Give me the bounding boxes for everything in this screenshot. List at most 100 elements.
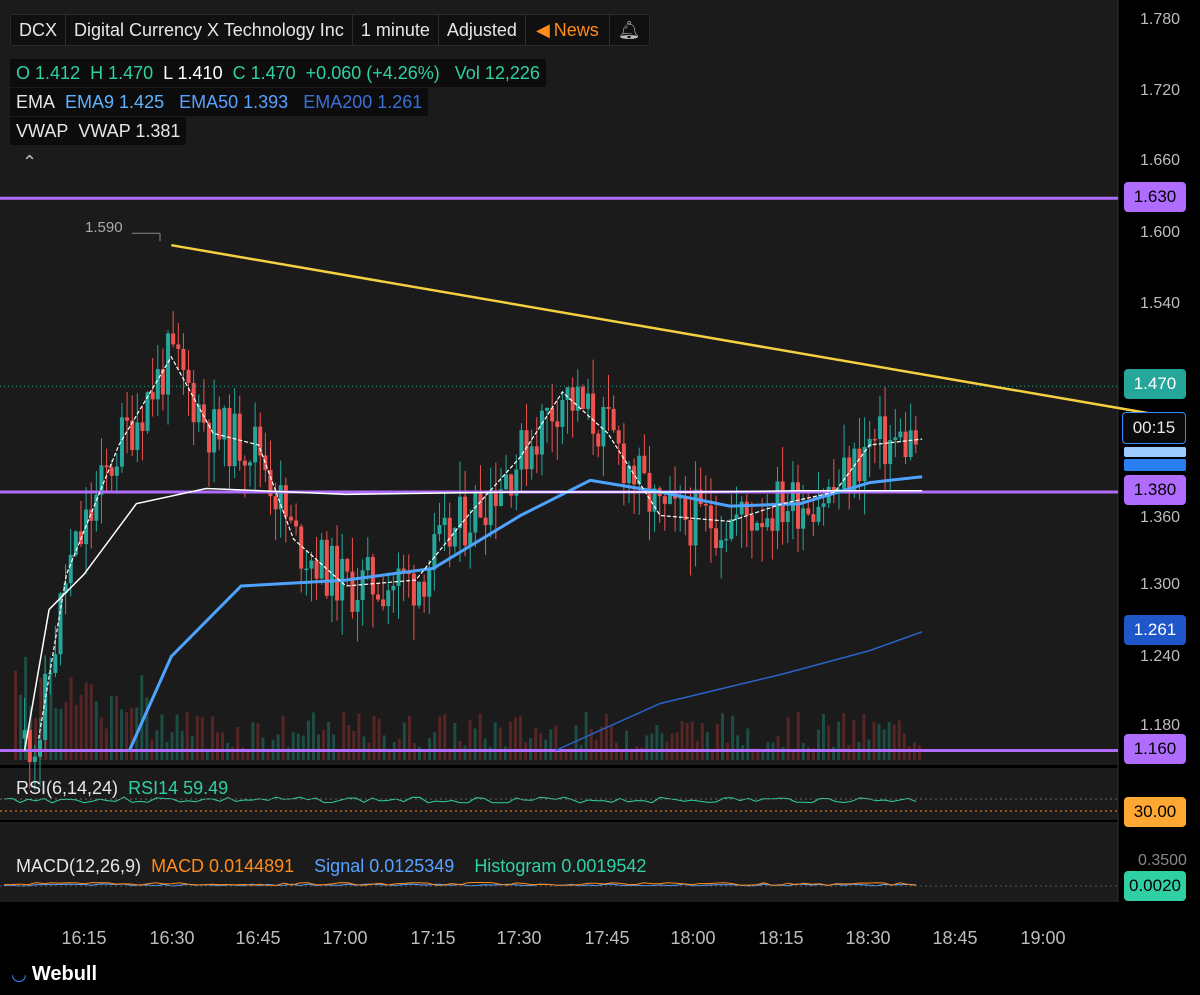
candle-body: [519, 430, 524, 470]
volume-bar: [816, 729, 820, 760]
volume-bar: [670, 733, 674, 760]
ema9-value: EMA9 1.425: [65, 92, 165, 112]
candle-body: [166, 333, 171, 395]
volume-bar: [261, 737, 265, 760]
volume-bar: [498, 727, 502, 760]
macd-axis-top: 0.3500: [1138, 852, 1187, 869]
volume-bar: [170, 732, 174, 760]
x-tick-1815: 18:15: [758, 928, 804, 948]
volume-bar: [246, 751, 250, 760]
x-tick-1615: 16:15: [61, 928, 107, 948]
volume-bar: [579, 745, 583, 760]
volume-bar: [443, 714, 447, 760]
volume-bar: [837, 721, 841, 760]
volume-bar: [438, 716, 442, 760]
low-label: L: [163, 63, 173, 83]
candle-body: [790, 482, 795, 512]
volume-bar: [180, 730, 184, 760]
resistance-tag[interactable]: 1.630: [1124, 182, 1186, 212]
rsi-level-tag: 30.00: [1124, 797, 1186, 827]
y-tick-1720: 1.720: [1140, 82, 1181, 99]
candle-body: [176, 344, 181, 349]
candle-body: [504, 474, 509, 490]
volume-bar: [493, 722, 497, 760]
candle-body: [601, 406, 606, 447]
last-price-tag: 1.470: [1124, 369, 1186, 399]
candle-body: [27, 729, 32, 763]
volume-bar: [519, 716, 522, 760]
interval-selector[interactable]: 1 minute: [353, 15, 439, 45]
candle-body: [304, 568, 309, 571]
volume-bar: [892, 724, 896, 760]
candle-body: [283, 485, 288, 517]
candle-body: [376, 594, 381, 600]
macd-level-tag: 0.0020: [1124, 871, 1186, 901]
candle-body: [391, 585, 396, 591]
candle-body: [744, 501, 749, 516]
close-label: C: [232, 63, 246, 83]
chart-header: DCX Digital Currency X Technology Inc 1 …: [10, 14, 650, 46]
ema-legend[interactable]: EMA EMA9 1.425 EMA50 1.393 EMA200 1.261: [10, 88, 429, 116]
candle-body: [555, 421, 560, 427]
candle-body: [422, 581, 427, 597]
volume-bar: [362, 736, 366, 760]
close-value: 1.470: [250, 63, 296, 83]
macd-legend[interactable]: MACD(12,26,9) MACD 0.0144891 Signal 0.01…: [10, 852, 652, 880]
volume-bar: [104, 728, 108, 760]
ema200-value: EMA200 1.261: [303, 92, 423, 112]
support-tag[interactable]: 1.380: [1124, 475, 1186, 505]
y-tick-1540: 1.540: [1140, 295, 1181, 312]
ticker-symbol[interactable]: DCX: [11, 15, 67, 45]
candle-body: [908, 430, 913, 458]
candle-body: [381, 599, 386, 607]
volume-bar: [508, 721, 512, 760]
volume-bar: [210, 716, 214, 760]
candle-body: [534, 446, 539, 455]
candle-body: [591, 393, 596, 434]
candle-body: [816, 506, 821, 522]
price-chart[interactable]: [0, 0, 1200, 995]
candle-body: [550, 407, 555, 422]
candle-body: [171, 333, 176, 345]
candle-body: [621, 443, 626, 484]
candle-body: [294, 520, 299, 527]
volume-bar: [827, 725, 831, 760]
candle-body: [386, 590, 391, 607]
y-tick-1360: 1.360: [1140, 509, 1181, 526]
rsi-legend[interactable]: RSI(6,14,24) RSI14 59.49: [10, 774, 234, 802]
collapse-chevron-icon[interactable]: ⌃: [22, 152, 37, 173]
volume-bar: [852, 720, 856, 760]
x-tick-1645: 16:45: [235, 928, 281, 948]
candle-body: [22, 729, 27, 739]
support-low-tag[interactable]: 1.160: [1124, 734, 1186, 764]
y-tick-1240: 1.240: [1140, 648, 1181, 665]
candle-body: [524, 430, 529, 470]
high-value: 1.470: [108, 63, 154, 83]
adjust-selector[interactable]: Adjusted: [439, 15, 526, 45]
volume-bar: [377, 718, 381, 760]
alert-bell-icon[interactable]: 🔔︎: [610, 15, 649, 45]
candle-body: [416, 581, 421, 606]
candle-body: [795, 482, 800, 529]
volume-bar: [690, 721, 694, 760]
volume-bar: [680, 720, 684, 760]
volume-bar: [721, 713, 724, 760]
volume-bar: [736, 735, 740, 760]
candle-body: [586, 393, 591, 409]
candle-body: [104, 465, 109, 468]
candle-body: [632, 465, 637, 485]
vwap-legend[interactable]: VWAP VWAP 1.381: [10, 117, 187, 145]
news-button[interactable]: ◀︎ News: [526, 15, 610, 45]
volume-bar: [897, 720, 901, 760]
volume-bar: [549, 729, 553, 760]
volume-bar: [781, 746, 785, 760]
ema-label: EMA: [16, 92, 56, 112]
candle-body: [545, 407, 550, 411]
candle-body: [529, 446, 534, 470]
high-label: H: [90, 63, 104, 83]
x-tick-1715: 17:15: [410, 928, 456, 948]
candle-body: [191, 382, 196, 423]
volume-bar: [200, 717, 204, 760]
candle-body: [893, 437, 898, 441]
volume-bar: [488, 747, 492, 760]
